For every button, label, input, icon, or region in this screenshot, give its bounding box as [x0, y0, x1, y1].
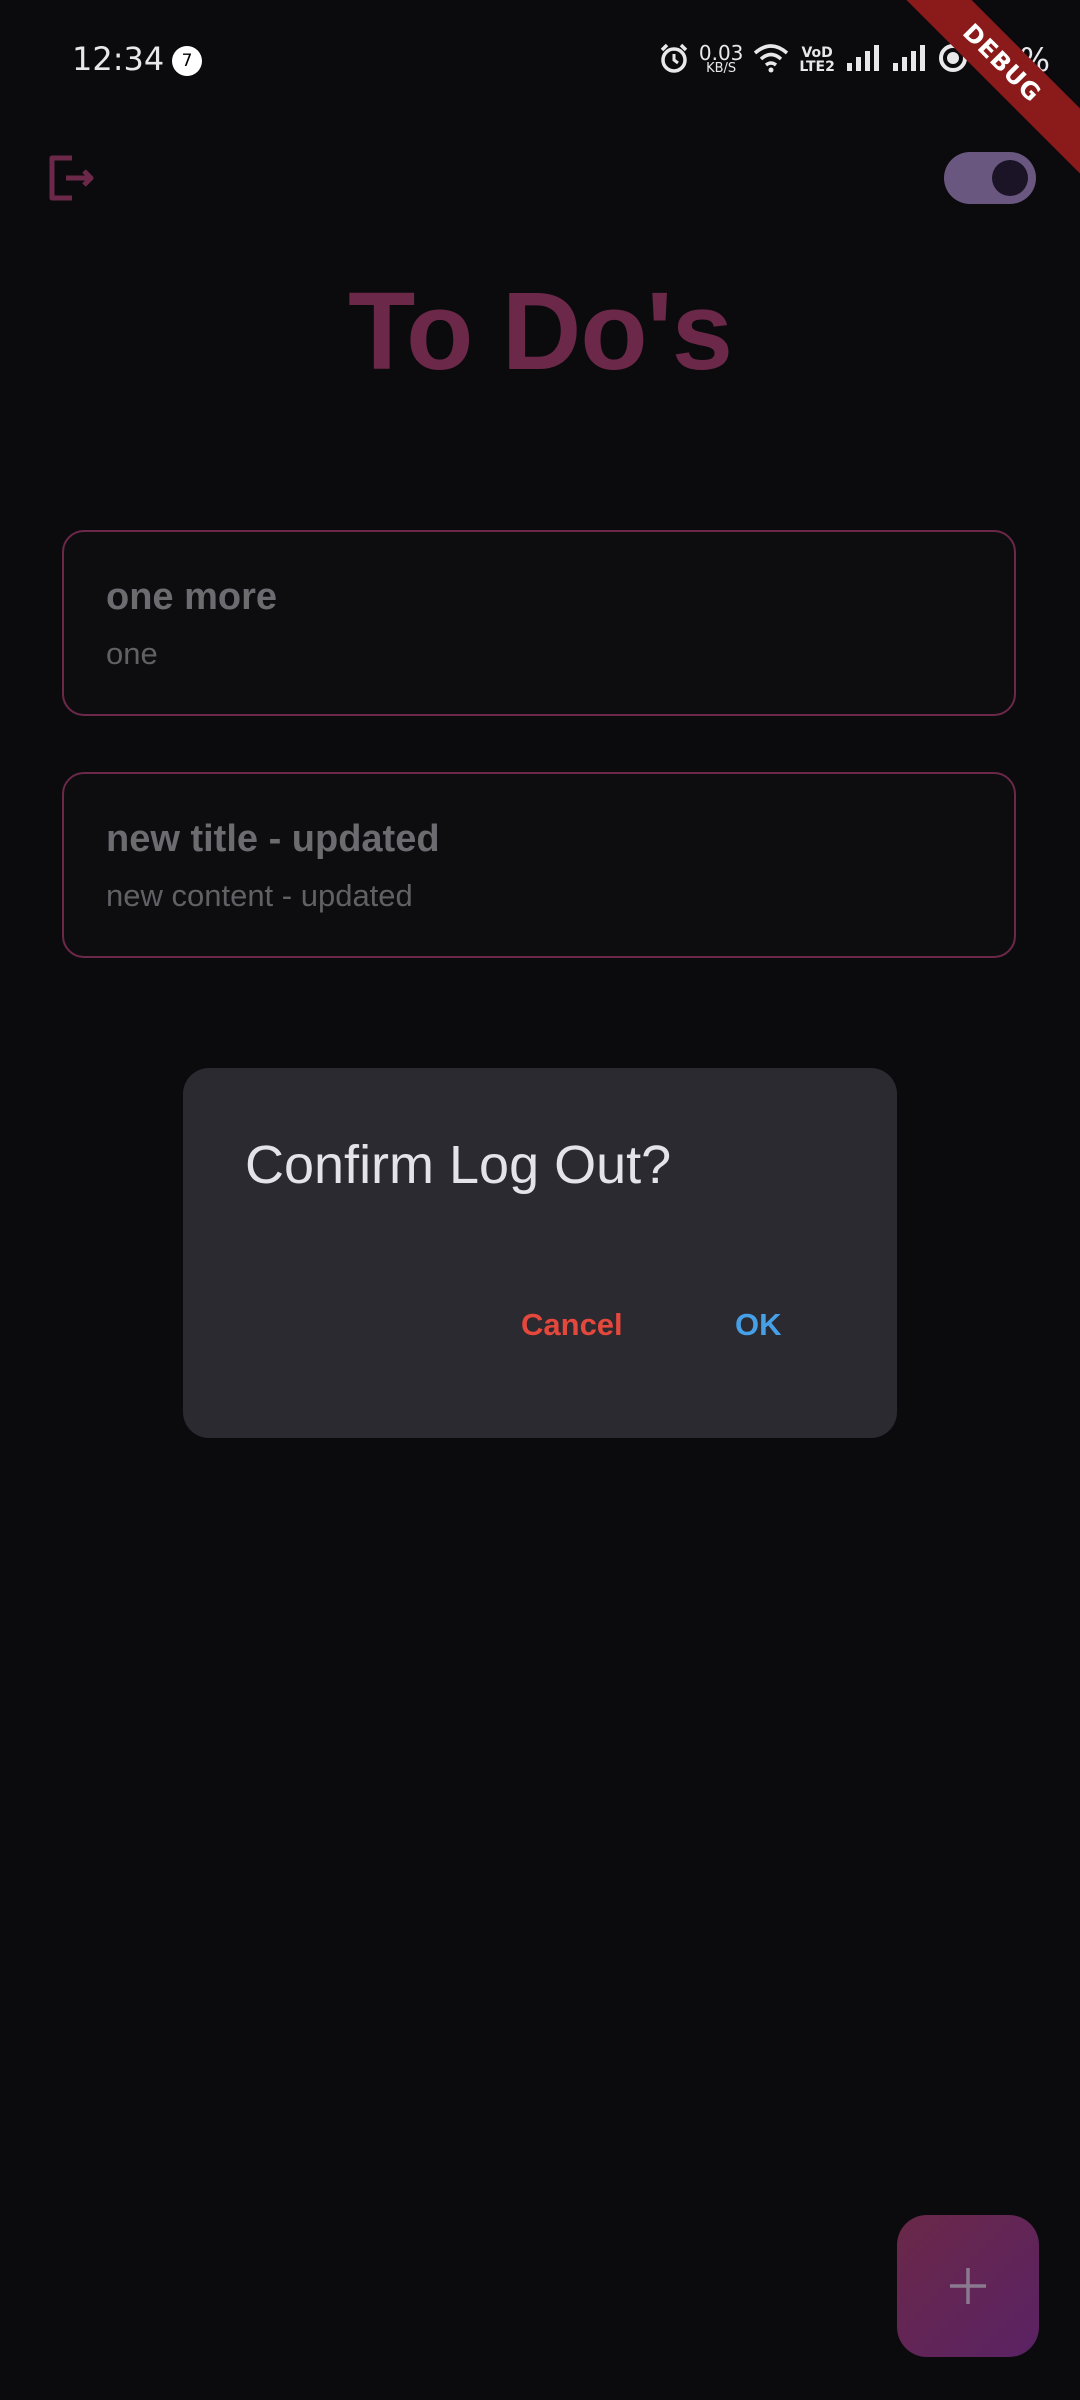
- net-speed-value: 0.03: [698, 41, 744, 65]
- todo-card[interactable]: new title - updated new content - update…: [62, 772, 1016, 958]
- dark-mode-toggle[interactable]: [944, 152, 1036, 204]
- todo-card[interactable]: one more one: [62, 530, 1016, 716]
- page-title: To Do's: [348, 270, 733, 393]
- net-speed-unit: KB/S: [706, 61, 737, 76]
- plus-icon: [950, 2268, 986, 2304]
- ok-button[interactable]: OK: [715, 1290, 802, 1360]
- status-time: 12:34: [72, 40, 165, 78]
- wifi-icon: [753, 43, 789, 78]
- dialog-title: Confirm Log Out?: [245, 1135, 672, 1195]
- alarm-icon: [659, 42, 689, 79]
- cancel-button[interactable]: Cancel: [501, 1290, 643, 1360]
- logout-button[interactable]: [44, 150, 100, 206]
- todo-title: new title - updated: [106, 818, 440, 860]
- signal-icon-sim1: [845, 43, 881, 78]
- status-bar: 12:34 7 0.03 KB/S VoD LTE2 DEBUG: [0, 0, 1080, 179]
- todo-content: one: [106, 636, 158, 671]
- volte-bottom: LTE2: [799, 59, 835, 75]
- volte-indicator: VoD LTE2: [799, 46, 834, 74]
- signal-icon-sim2: [891, 43, 927, 78]
- network-speed: 0.03 KB/S: [698, 41, 744, 76]
- todo-content: new content - updated: [106, 878, 413, 913]
- toggle-knob: [992, 160, 1028, 196]
- logout-icon: [49, 155, 94, 201]
- add-todo-button[interactable]: [897, 2215, 1039, 2357]
- notification-count-badge: 7: [172, 46, 202, 76]
- logout-confirm-dialog: Confirm Log Out? Cancel OK: [183, 1068, 897, 1438]
- todo-title: one more: [106, 576, 278, 618]
